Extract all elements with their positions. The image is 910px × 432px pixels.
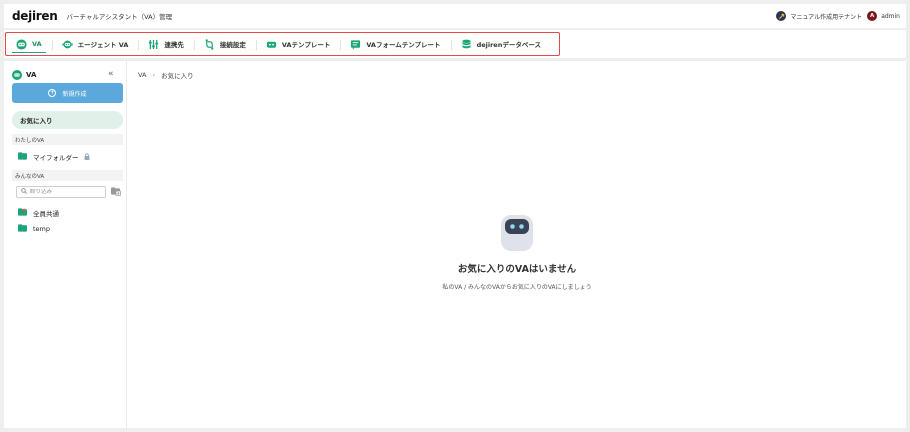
- empty-state: お気に入りのVAはいません 私のVA / みんなのVAからお気に入りのVAにしま…: [128, 213, 906, 291]
- connection-icon: [204, 38, 215, 50]
- sidebar-header: VA: [12, 70, 36, 80]
- sidebar-item-folder[interactable]: 全員共通: [18, 208, 59, 218]
- template-icon: [266, 39, 277, 50]
- sidebar-item-my-folder[interactable]: マイフォルダー: [18, 152, 90, 162]
- sidebar-item-label: temp: [33, 225, 51, 233]
- new-va-button[interactable]: + 新規作成: [12, 83, 123, 103]
- add-folder-icon[interactable]: [111, 186, 121, 198]
- tab-label: VAフォームテンプレート: [366, 41, 441, 49]
- sidebar-title: VA: [26, 71, 37, 79]
- section-label-my-va: わたしのVA: [12, 134, 123, 145]
- user-avatar[interactable]: A: [867, 11, 878, 21]
- sidebar-item-label: お気に入り: [20, 117, 53, 125]
- app-header: dejiren バーチャルアシスタント（VA）管理 マニュアル作成用テナント A…: [4, 4, 906, 28]
- tab-dejiren-database[interactable]: dejirenデータベース: [450, 33, 551, 55]
- shared-folder-icon: [18, 208, 27, 218]
- sidebar-item-favorites[interactable]: お気に入り: [12, 111, 123, 129]
- filter-input[interactable]: [30, 189, 100, 195]
- app-title: バーチャルアシスタント（VA）管理: [66, 13, 173, 21]
- filter-row: [16, 186, 121, 198]
- tab-group: VA エージェント VA 連携先 接続設定 VAテンプレート VAフォームテンプ…: [5, 32, 560, 56]
- lock-icon: [84, 152, 90, 162]
- form-template-icon: [350, 39, 361, 50]
- collapse-sidebar-icon[interactable]: «: [108, 69, 114, 79]
- tab-label: エージェント VA: [77, 41, 129, 49]
- plus-circle-icon: +: [48, 89, 57, 97]
- folder-icon: [18, 224, 27, 234]
- search-icon: [21, 188, 27, 196]
- sidebar-item-folder[interactable]: temp: [18, 224, 50, 234]
- tab-bar: VA エージェント VA 連携先 接続設定 VAテンプレート VAフォームテンプ…: [4, 30, 906, 58]
- breadcrumb: VA › お気に入り: [138, 70, 194, 80]
- tab-agent-va[interactable]: エージェント VA: [51, 33, 139, 55]
- robot-icon: [12, 70, 22, 80]
- breadcrumb-separator-icon: ›: [152, 71, 156, 79]
- sidebar-item-label: マイフォルダー: [33, 154, 79, 162]
- empty-state-subtitle: 私のVA / みんなのVAからお気に入りのVAにしましょう: [442, 284, 592, 291]
- tenant-icon[interactable]: [776, 11, 787, 21]
- header-right: マニュアル作成用テナント A admin: [776, 11, 900, 21]
- breadcrumb-root[interactable]: VA: [138, 71, 146, 79]
- content-area: VA › お気に入り お気に入りのVAはいません 私のVA / みんなのVAから…: [128, 61, 906, 428]
- new-va-button-label: 新規作成: [62, 90, 87, 98]
- tab-label: 連携先: [164, 41, 184, 49]
- robot-illustration-icon: [500, 213, 534, 253]
- breadcrumb-current: お気に入り: [161, 72, 194, 80]
- section-label-text: みんなのVA: [15, 173, 45, 180]
- app-logo[interactable]: dejiren: [12, 9, 58, 23]
- tab-va-form-template[interactable]: VAフォームテンプレート: [340, 33, 450, 55]
- tab-va-template[interactable]: VAテンプレート: [255, 33, 340, 55]
- sidebar: VA « + 新規作成 お気に入り わたしのVA マイフォルダー みんなのVA: [4, 61, 127, 428]
- tab-label: 接続設定: [219, 41, 246, 49]
- agent-icon: [62, 39, 73, 50]
- tab-integrations[interactable]: 連携先: [138, 33, 194, 55]
- robot-icon: [16, 38, 27, 50]
- sliders-icon: [148, 39, 159, 50]
- filter-field[interactable]: [16, 186, 106, 198]
- section-label-everyone-va: みんなのVA: [12, 170, 123, 181]
- folder-icon: [18, 152, 27, 162]
- tenant-name[interactable]: マニュアル作成用テナント: [790, 12, 862, 21]
- empty-state-title: お気に入りのVAはいません: [457, 264, 577, 275]
- database-icon: [461, 39, 472, 50]
- main-panel: VA « + 新規作成 お気に入り わたしのVA マイフォルダー みんなのVA: [4, 61, 906, 428]
- sidebar-item-label: 全員共通: [33, 210, 59, 218]
- tab-label: dejirenデータベース: [476, 41, 541, 49]
- section-label-text: わたしのVA: [15, 137, 45, 144]
- user-name[interactable]: admin: [881, 13, 900, 20]
- tab-label: VAテンプレート: [281, 41, 331, 49]
- tab-va[interactable]: VA: [6, 33, 52, 55]
- tab-label: VA: [32, 40, 42, 48]
- tab-connection-settings[interactable]: 接続設定: [193, 33, 256, 55]
